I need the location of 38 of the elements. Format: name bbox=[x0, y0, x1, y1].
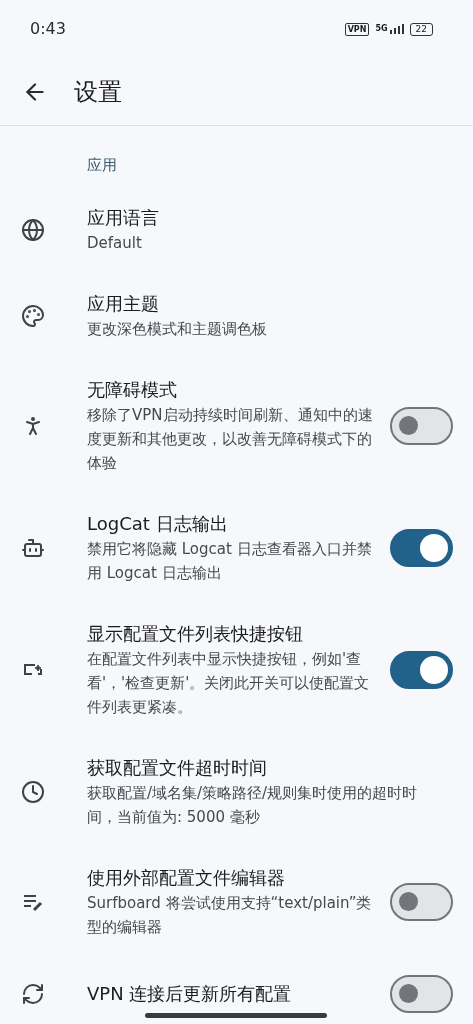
status-time: 0:43 bbox=[30, 18, 66, 40]
settings-item[interactable]: 应用主题 更改深色模式和主题调色板 bbox=[0, 272, 473, 359]
toggle-switch[interactable] bbox=[390, 882, 453, 921]
setting-description: 禁用它将隐藏 Logcat 日志查看器入口并禁用 Logcat 日志输出 bbox=[87, 538, 373, 584]
setting-title: 使用外部配置文件编辑器 bbox=[87, 865, 286, 890]
setting-description: Default bbox=[87, 232, 143, 254]
settings-item[interactable]: 显示配置文件列表快捷按钮 在配置文件列表中显示快捷按钮，例如'查看'，'检查更新'。关闭此开关可以使配置文件列表更紧凑。 bbox=[0, 602, 473, 737]
setting-title: 应用主题 bbox=[87, 291, 160, 316]
refresh-icon bbox=[21, 981, 45, 1006]
settings-item[interactable]: 获取配置文件超时时间 获取配置/域名集/策略路径/规则集时使用的超时时间，当前值为: 5000 毫秒 bbox=[0, 736, 473, 847]
setting-title: VPN 连接后更新所有配置 bbox=[87, 981, 293, 1006]
globe-icon bbox=[21, 217, 45, 242]
setting-title: 无障碍模式 bbox=[87, 377, 178, 402]
settings-item[interactable]: 使用外部配置文件编辑器 Surfboard 将尝试使用支持“text/plain”类型的编辑器 bbox=[0, 846, 473, 957]
settings-item[interactable]: VPN 连接后更新所有配置 bbox=[0, 956, 473, 1024]
setting-title: 获取配置文件超时时间 bbox=[87, 755, 268, 780]
toggle-switch[interactable] bbox=[390, 974, 453, 1013]
toggle-switch[interactable] bbox=[390, 406, 453, 445]
setting-description: 更改深色模式和主题调色板 bbox=[87, 318, 268, 340]
setting-title: 显示配置文件列表快捷按钮 bbox=[87, 621, 304, 646]
battery-indicator: 22 bbox=[409, 22, 433, 36]
setting-title: 应用语言 bbox=[87, 205, 160, 230]
setting-description: 移除了VPN启动持续时间刷新、通知中的速度更新和其他更改，以改善无障碍模式下的体验 bbox=[87, 404, 374, 474]
palette-icon bbox=[21, 303, 45, 328]
settings-item[interactable]: 无障碍模式 移除了VPN启动持续时间刷新、通知中的速度更新和其他更改，以改善无障碍模式下的体验 bbox=[0, 358, 473, 493]
settings-item[interactable]: LogCat 日志输出 禁用它将隐藏 Logcat 日志查看器入口并禁用 Logcat 日志输出 bbox=[0, 492, 473, 603]
toggle-switch[interactable] bbox=[390, 528, 453, 567]
setting-title: LogCat 日志输出 bbox=[87, 511, 229, 536]
page-title: 设置 bbox=[74, 76, 122, 108]
settings-item[interactable]: 应用语言 Default bbox=[0, 186, 473, 273]
setting-description: Surfboard 将尝试使用支持“text/plain”类型的编辑器 bbox=[87, 892, 373, 938]
setting-description: 在配置文件列表中显示快捷按钮，例如'查看'，'检查更新'。关闭此开关可以使配置文件列表更紧凑。 bbox=[87, 648, 371, 718]
vpn-indicator: VPN bbox=[344, 22, 370, 36]
section-header: 应用 bbox=[86, 155, 118, 176]
setting-description: 获取配置/域名集/策略路径/规则集时使用的超时时间，当前值为: 5000 毫秒 bbox=[87, 782, 419, 828]
clock-icon bbox=[21, 779, 45, 804]
signal-indicator: 5G bbox=[375, 24, 404, 34]
toggle-switch[interactable] bbox=[390, 650, 453, 689]
